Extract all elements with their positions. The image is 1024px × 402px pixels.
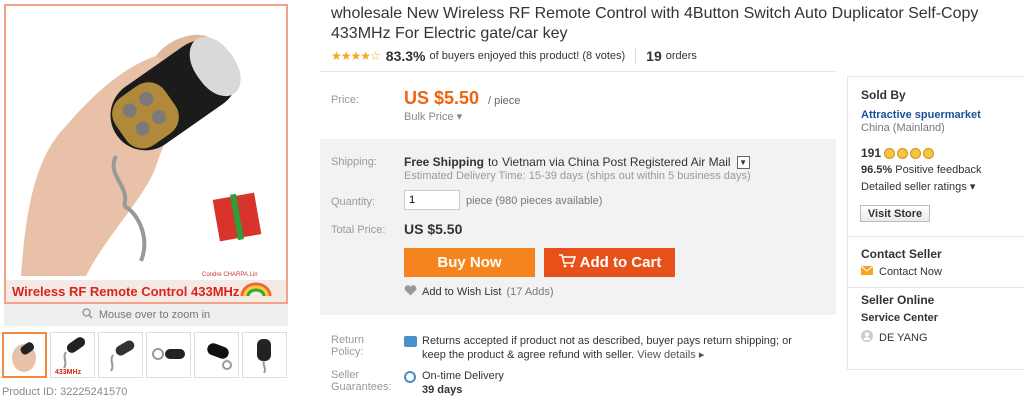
add-to-cart-label: Add to Cart (579, 254, 662, 271)
price-value: US $5.50 (404, 88, 480, 108)
store-name-link[interactable]: Attractive spuermarket (861, 109, 981, 121)
add-to-wishlist[interactable]: Add to Wish List (17 Adds) (404, 285, 554, 299)
wish-list-label: Add to Wish List (422, 286, 502, 298)
return-policy-text: Returns accepted if product not as descr… (422, 334, 817, 362)
seller-guarantees-label: Seller Guarantees: (331, 369, 392, 393)
thumbnail-2[interactable]: 433MHz (50, 332, 95, 378)
view-details-link[interactable]: View details ▸ (637, 349, 704, 361)
heart-icon (404, 285, 417, 299)
thumbnail-1[interactable] (2, 332, 47, 378)
guarantee-info: On-time Delivery 39 days (422, 369, 504, 397)
divider (847, 236, 1024, 237)
shipping-label: Shipping: (331, 156, 377, 168)
ontime-delivery-title: On-time Delivery (422, 370, 504, 382)
shipping-to: to (488, 155, 499, 169)
rating-row: ★★★★☆ 83.3% of buyers enjoyed this produ… (331, 48, 697, 64)
caret-down-icon: ▾ (969, 181, 976, 193)
quantity-note: piece (980 pieces available) (466, 195, 603, 207)
feedback-row: 96.5% Positive feedback (861, 164, 981, 176)
feedback-label: Positive feedback (895, 164, 982, 176)
thumbnail-6[interactable] (242, 332, 287, 378)
magnifier-icon (82, 308, 93, 322)
bulk-price-text: Bulk Price (404, 111, 454, 123)
contact-now-link[interactable]: Contact Now (860, 265, 942, 278)
shipping-selector[interactable]: Free Shipping to Vietnam via China Post … (404, 155, 750, 169)
detailed-ratings-label: Detailed seller ratings (861, 181, 967, 193)
total-price-label: Total Price: (331, 224, 386, 236)
image-banner-text: Wireless RF Remote Control 433MHz (12, 284, 240, 299)
store-location: China (Mainland) (861, 122, 945, 134)
thumbnail-5[interactable] (194, 332, 239, 378)
divider (847, 287, 1024, 288)
thumb-label: 433MHz (55, 369, 82, 376)
quantity-label: Quantity: (331, 196, 376, 208)
thumbnail-4[interactable] (146, 332, 191, 378)
orders-label: orders (665, 50, 697, 62)
seller-score-row: 191 (861, 146, 936, 160)
price-label: Price: (331, 94, 360, 106)
remote-photo: Wireless RF Remote Control 433MHz Condre… (6, 34, 286, 302)
divider (635, 48, 637, 64)
image-watermark: Condre CHARPA.Lin (202, 272, 258, 278)
seller-online-heading: Seller Online (861, 293, 935, 307)
clock-icon (404, 371, 416, 383)
caret-down-icon: ▾ (456, 111, 463, 123)
orders-count: 19 (646, 48, 662, 64)
ontime-delivery-days: 39 days (422, 384, 463, 396)
service-center-label: Service Center (861, 312, 939, 324)
product-id: Product ID: 32225241570 (2, 386, 128, 398)
thumbnail-strip: 433MHz (2, 332, 287, 378)
star-rating-icon[interactable]: ★★★★☆ (331, 49, 381, 63)
dropdown-arrow-icon[interactable]: ▼ (736, 155, 750, 169)
sold-by-heading: Sold By (861, 88, 906, 102)
service-agent[interactable]: DE YANG (861, 330, 928, 345)
cart-icon (558, 253, 576, 272)
return-policy-icon (404, 336, 417, 347)
free-shipping: Free Shipping (404, 155, 485, 169)
main-product-image[interactable]: Wireless RF Remote Control 433MHz Condre… (4, 4, 288, 304)
zoom-hint-bar: Mouse over to zoom in (4, 304, 288, 326)
view-details-label: View details (637, 349, 696, 361)
rating-text: of buyers enjoyed this product! (8 votes… (429, 50, 626, 62)
product-title: wholesale New Wireless RF Remote Control… (331, 5, 979, 42)
agent-name: DE YANG (879, 331, 928, 344)
zoom-hint-text: Mouse over to zoom in (98, 309, 211, 321)
quantity-input[interactable] (404, 190, 460, 210)
return-policy-label: Return Policy: (331, 334, 365, 358)
envelope-icon (860, 265, 874, 278)
caret-right-icon: ▸ (698, 349, 705, 361)
return-policy-body: Returns accepted if product not as descr… (422, 335, 792, 361)
delivery-estimate: Estimated Delivery Time: 15-39 days (shi… (404, 170, 751, 182)
rating-percent: 83.3% (385, 48, 426, 64)
contact-seller-heading: Contact Seller (861, 247, 942, 261)
medal-icon (884, 146, 936, 160)
shipping-destination: Vietnam via China Post Registered Air Ma… (502, 155, 731, 169)
feedback-percent: 96.5% (861, 164, 893, 176)
add-to-cart-button[interactable]: Add to Cart (544, 248, 675, 277)
visit-store-button[interactable]: Visit Store (860, 205, 930, 222)
thumbnail-3[interactable] (98, 332, 143, 378)
buy-now-button[interactable]: Buy Now (404, 248, 535, 277)
seller-score: 191 (861, 146, 882, 160)
price-unit: / piece (488, 95, 521, 107)
total-price-value: US $5.50 (404, 221, 463, 237)
bulk-price-link[interactable]: Bulk Price ▾ (404, 110, 462, 123)
user-avatar-icon (861, 330, 873, 345)
wish-count: (17 Adds) (506, 286, 554, 298)
contact-now-label: Contact Now (879, 266, 942, 278)
divider (320, 71, 836, 72)
detailed-ratings-link[interactable]: Detailed seller ratings ▾ (861, 180, 975, 193)
